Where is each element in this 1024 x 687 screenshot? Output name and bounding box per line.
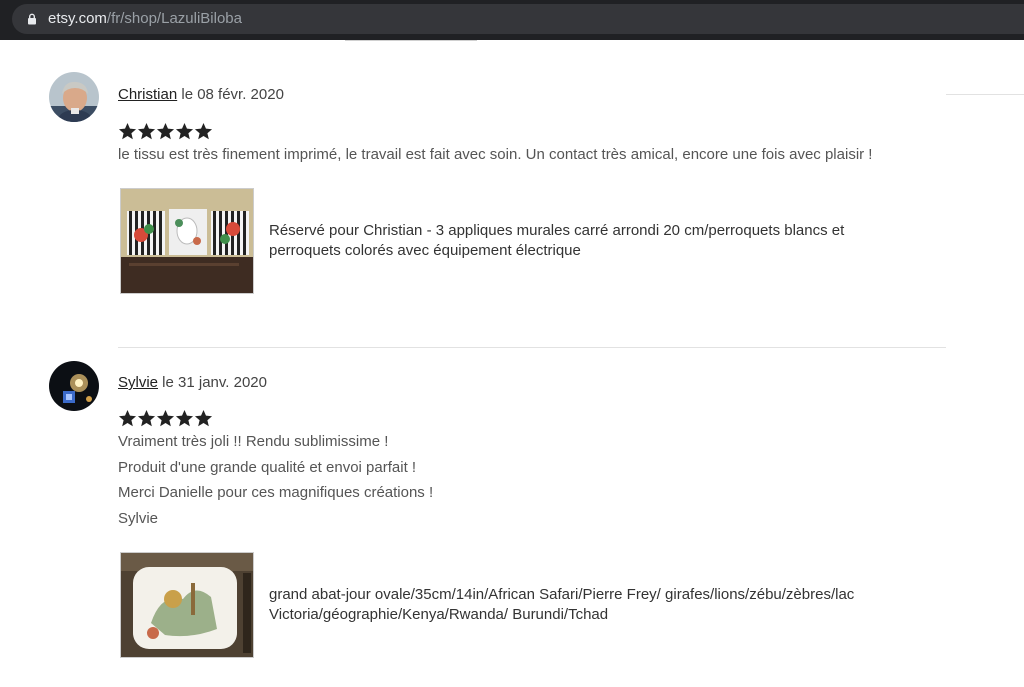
star-icon xyxy=(137,409,156,427)
review-divider xyxy=(118,347,946,348)
lock-icon[interactable] xyxy=(26,13,38,25)
avatar[interactable] xyxy=(49,361,99,411)
reviewer-line: Christian le 08 févr. 2020 xyxy=(118,86,284,104)
reviewer-line: Sylvie le 31 janv. 2020 xyxy=(118,374,267,392)
avatar[interactable] xyxy=(49,72,99,122)
reviewer-name-link[interactable]: Sylvie xyxy=(118,374,158,391)
review-text-line: Vraiment très joli !! Rendu sublimissime… xyxy=(118,433,389,450)
star-icon xyxy=(175,409,194,427)
star-icon xyxy=(194,409,213,427)
rating-stars xyxy=(118,122,213,142)
review-text-line: Sylvie xyxy=(118,509,159,527)
star-icon xyxy=(194,122,213,140)
item-title-link[interactable]: Réservé pour Christian - 3 appliques mur… xyxy=(269,221,909,261)
partial-divider xyxy=(345,40,477,41)
item-title-link[interactable]: grand abat-jour ovale/35cm/14in/African … xyxy=(269,585,909,625)
rating-stars xyxy=(118,409,213,429)
review-date: le 08 févr. 2020 xyxy=(177,86,284,103)
partial-divider xyxy=(946,94,1024,95)
url-path: /fr/shop/LazuliBiloba xyxy=(106,10,242,27)
item-thumbnail[interactable] xyxy=(120,188,254,294)
review-text-line: Merci Danielle pour ces magnifiques créa… xyxy=(118,484,434,501)
star-icon xyxy=(156,409,175,427)
review-text: Vraiment très joli !! Rendu sublimissime… xyxy=(118,429,433,531)
review-text-line: le tissu est très finement imprimé, le t… xyxy=(118,146,873,163)
review-text: le tissu est très finement imprimé, le t… xyxy=(118,142,872,168)
star-icon xyxy=(175,122,194,140)
item-thumbnail[interactable] xyxy=(120,552,254,658)
browser-toolbar: etsy.com/fr/shop/LazuliBiloba xyxy=(0,0,1024,40)
review-text-line: Produit d'une grande qualité et envoi pa… xyxy=(118,458,417,476)
star-icon xyxy=(118,409,137,427)
star-icon xyxy=(137,122,156,140)
reviewer-name-link[interactable]: Christian xyxy=(118,86,177,103)
star-icon xyxy=(118,122,137,140)
star-icon xyxy=(156,122,175,140)
url-domain: etsy.com xyxy=(48,10,107,27)
address-bar[interactable]: etsy.com/fr/shop/LazuliBiloba xyxy=(12,4,1024,34)
review-date: le 31 janv. 2020 xyxy=(158,374,267,391)
url-text[interactable]: etsy.com/fr/shop/LazuliBiloba xyxy=(48,11,242,27)
